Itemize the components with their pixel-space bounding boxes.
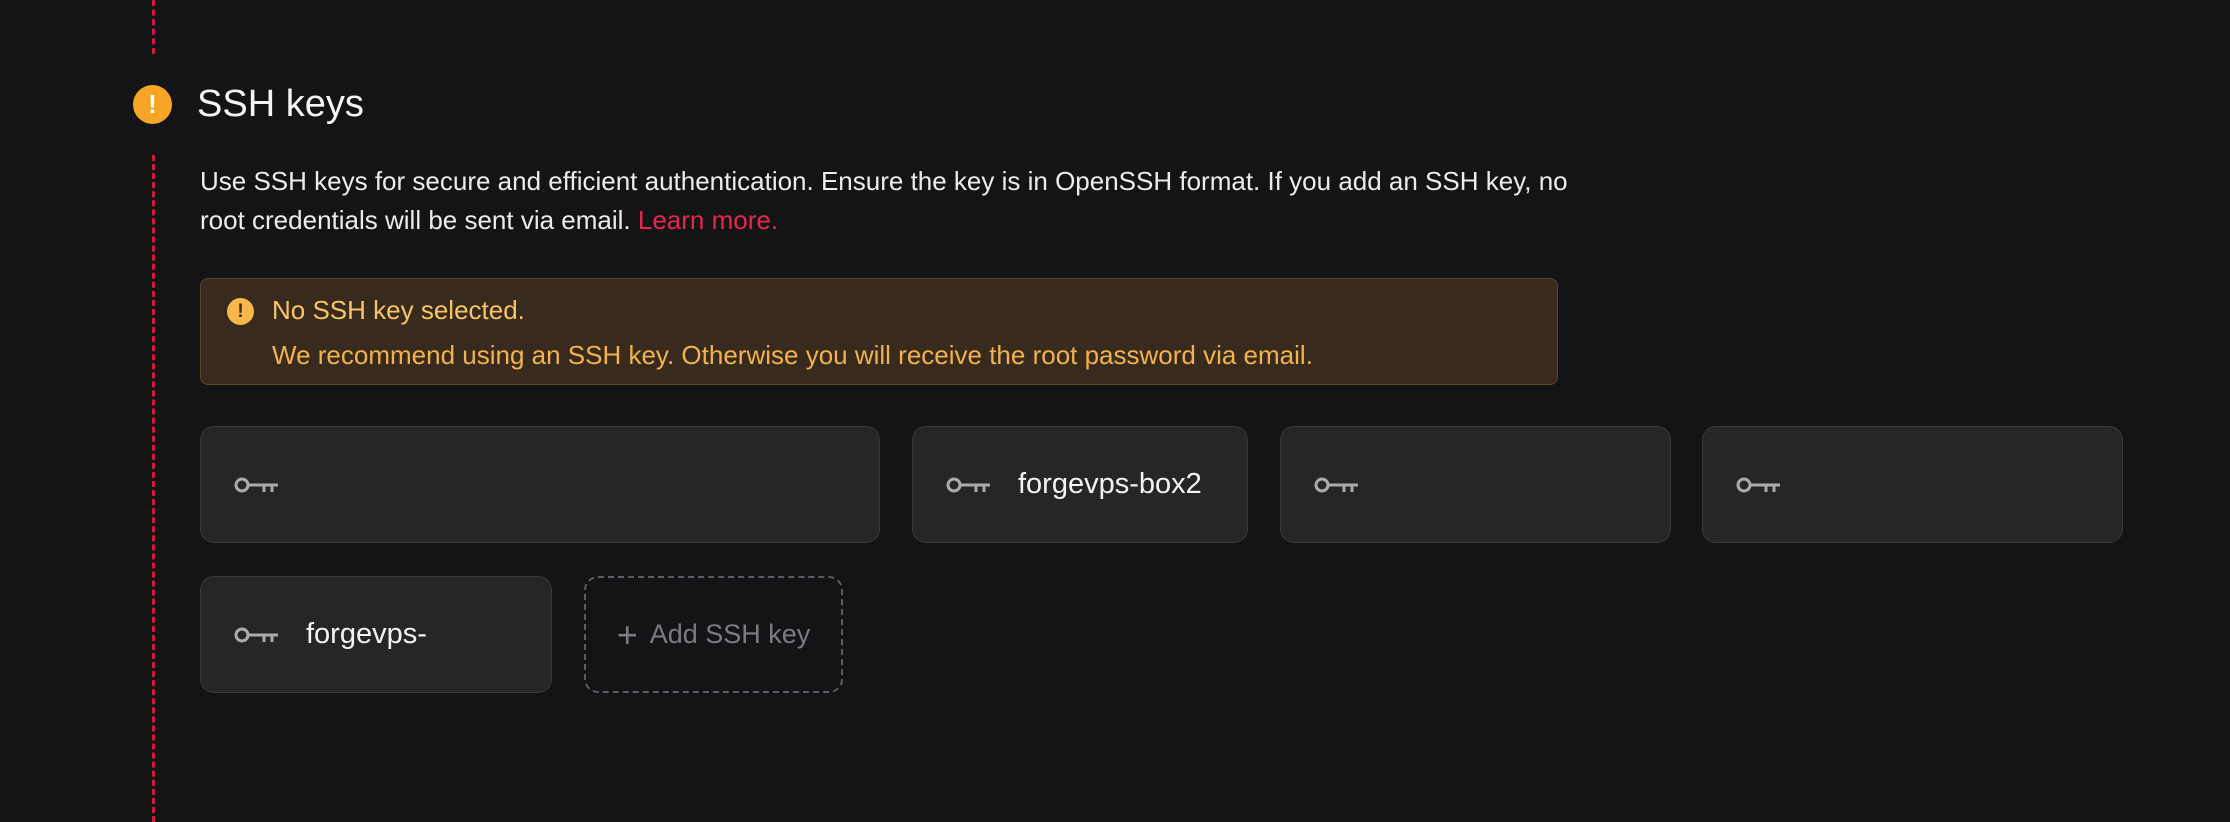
description-text: Use SSH keys for secure and efficient au… [200, 166, 1568, 235]
timeline-rail [152, 155, 155, 822]
key-icon [234, 627, 278, 642]
add-ssh-key-button[interactable]: + Add SSH key [584, 576, 843, 693]
ssh-key-card[interactable]: forgevps-box2 [912, 426, 1248, 543]
alert-exclamation-icon: ! [227, 298, 254, 325]
step-warning-icon: ! [133, 85, 172, 124]
key-icon [234, 477, 278, 492]
plus-icon: + [616, 613, 638, 655]
alert-message: We recommend using an SSH key. Otherwise… [272, 340, 1313, 370]
no-ssh-key-alert: ! No SSH key selected. We recommend usin… [200, 278, 1558, 385]
alert-title: No SSH key selected. [272, 295, 525, 325]
key-icon [1736, 477, 1780, 492]
ssh-key-card[interactable] [1702, 426, 2123, 543]
add-ssh-key-label: Add SSH key [649, 619, 811, 649]
ssh-key-label: forgevps- [306, 618, 427, 650]
key-icon [1314, 477, 1358, 492]
ssh-key-card[interactable] [1280, 426, 1671, 543]
ssh-key-label: forgevps-box2 [1018, 468, 1202, 500]
section-title: SSH keys [197, 83, 364, 125]
ssh-key-card[interactable]: forgevps- [200, 576, 552, 693]
key-icon [946, 477, 990, 492]
timeline-rail-top [152, 0, 155, 54]
ssh-keys-page: ! SSH keys Use SSH keys for secure and e… [0, 0, 2230, 822]
learn-more-link[interactable]: Learn more. [638, 205, 778, 235]
ssh-key-card[interactable] [200, 426, 880, 543]
section-description: Use SSH keys for secure and efficient au… [200, 162, 1580, 240]
